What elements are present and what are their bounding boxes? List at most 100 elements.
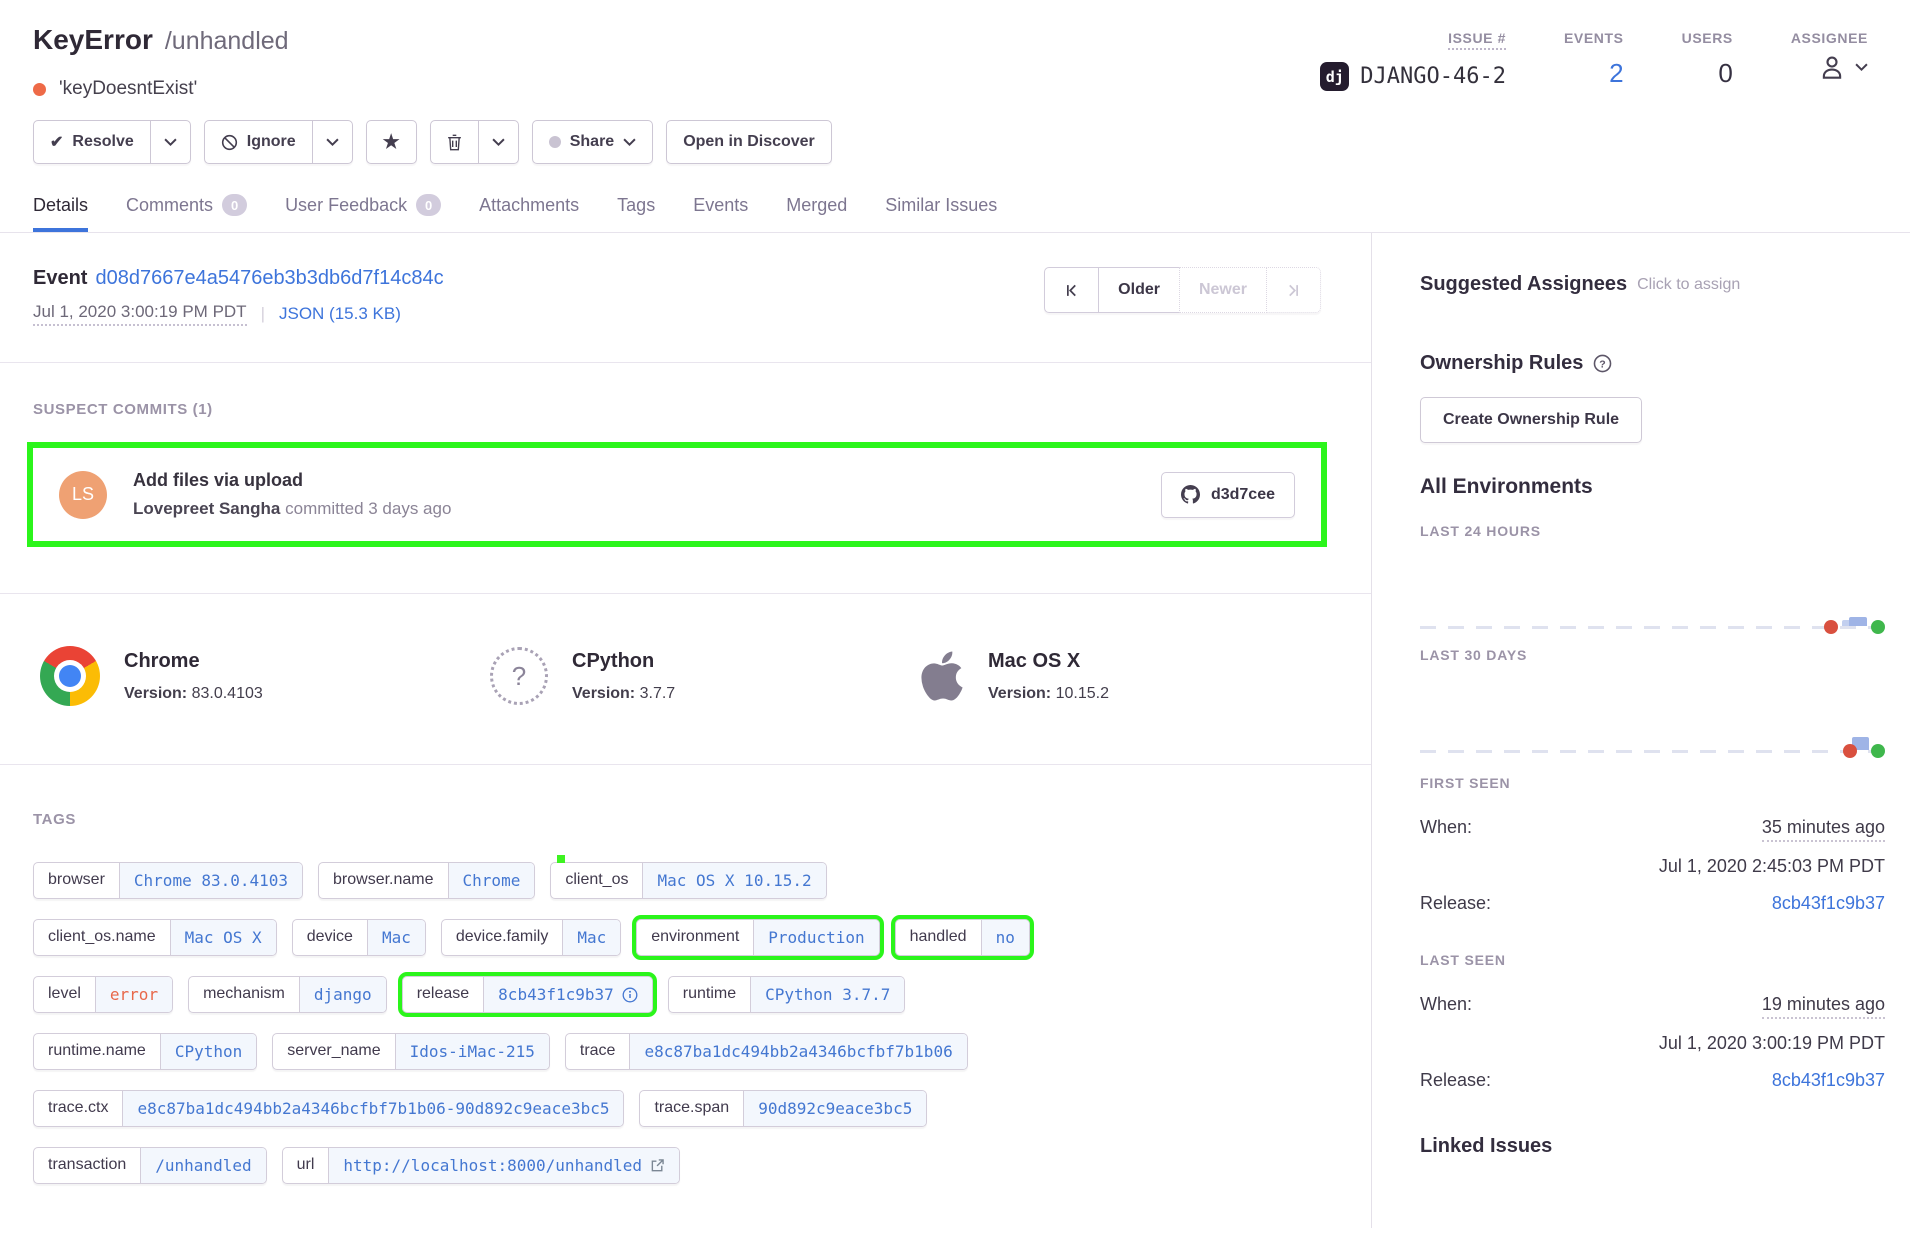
tag-key: url <box>283 1148 329 1183</box>
open-in-discover-button[interactable]: Open in Discover <box>666 120 832 164</box>
users-count[interactable]: 0 <box>1718 58 1732 89</box>
event-bar <box>1849 617 1867 626</box>
tag-value[interactable]: django <box>299 977 386 1012</box>
tag-value[interactable]: Mac <box>562 920 620 955</box>
tag-value[interactable]: Chrome <box>448 863 535 898</box>
last-24-hours-label: LAST 24 HOURS <box>1420 523 1885 539</box>
page-title: KeyError <box>33 24 153 56</box>
tag-pill-trace: trace e8c87ba1dc494bb2a4346bcfbf7b1b06 <box>565 1033 968 1070</box>
avatar: LS <box>59 471 107 519</box>
tag-value[interactable]: 8cb43f1c9b37 <box>483 977 652 1012</box>
share-button[interactable]: Share <box>532 120 653 164</box>
tag-pill-level: level error <box>33 976 173 1013</box>
github-icon <box>1181 485 1200 504</box>
tag-key: device.family <box>442 920 562 955</box>
oldest-event-button[interactable] <box>1044 267 1099 313</box>
tab-merged[interactable]: Merged <box>786 194 847 232</box>
stat-assignee: ASSIGNEE <box>1791 30 1868 82</box>
ban-icon <box>221 134 238 151</box>
skip-to-latest-button <box>1266 267 1321 313</box>
last-seen-marker-icon <box>1871 620 1885 634</box>
commit-sha-button[interactable]: d3d7cee <box>1161 472 1295 518</box>
tag-pill-url: url http://localhost:8000/unhandled <box>282 1147 680 1184</box>
chrome-icon <box>40 646 100 706</box>
question-circle-icon[interactable]: ? <box>1593 354 1612 373</box>
ignore-dropdown-button[interactable] <box>312 120 353 164</box>
tag-value[interactable]: http://localhost:8000/unhandled <box>328 1148 679 1183</box>
last-seen-release-link[interactable]: 8cb43f1c9b37 <box>1772 1070 1885 1091</box>
event-id-link[interactable]: d08d7667e4a5476eb3b3db6d7f14c84c <box>95 267 443 289</box>
events-count[interactable]: 2 <box>1609 58 1623 89</box>
tag-value[interactable]: Mac OS X <box>170 920 276 955</box>
tab-user-feedback[interactable]: User Feedback0 <box>285 194 441 232</box>
tab-similar-issues[interactable]: Similar Issues <box>885 194 997 232</box>
last-24-hours-sparkline[interactable] <box>1420 539 1885 635</box>
tag-value[interactable]: Mac <box>367 920 425 955</box>
check-icon: ✔ <box>50 132 63 152</box>
external-link-icon[interactable] <box>650 1158 665 1173</box>
chevron-down-icon <box>326 138 339 147</box>
tag-value[interactable]: /unhandled <box>140 1148 265 1183</box>
stat-events: EVENTS 2 <box>1564 30 1624 89</box>
context-version: 3.7.7 <box>640 685 676 702</box>
suspect-commit-row: LS Add files via upload Lovepreet Sangha… <box>27 442 1327 547</box>
tab-details[interactable]: Details <box>33 194 88 232</box>
tag-key: release <box>403 977 483 1012</box>
ignore-button[interactable]: Ignore <box>204 120 313 164</box>
release-label: Release: <box>1420 893 1491 914</box>
action-toolbar: ✔ Resolve Ignore ★ <box>0 100 1910 164</box>
tag-value[interactable]: Production <box>753 920 878 955</box>
commit-relative-time: committed 3 days ago <box>285 499 451 518</box>
tag-value[interactable]: no <box>981 920 1029 955</box>
event-header: Eventd08d7667e4a5476eb3b3db6d7f14c84c Ju… <box>33 267 444 326</box>
tag-key: server_name <box>273 1034 394 1069</box>
tag-pill-runtime-name: runtime.name CPython <box>33 1033 257 1070</box>
tag-key: client_os.name <box>34 920 170 955</box>
tag-key: handled <box>896 920 981 955</box>
delete-dropdown-button[interactable] <box>478 120 519 164</box>
tag-value[interactable]: Mac OS X 10.15.2 <box>642 863 825 898</box>
bookmark-button[interactable]: ★ <box>366 120 417 164</box>
issue-id: DJANGO-46-2 <box>1360 64 1506 89</box>
green-marker-icon <box>557 855 565 863</box>
tag-pill-server-name: server_name Idos-iMac-215 <box>272 1033 550 1070</box>
tag-value[interactable]: CPython <box>160 1034 256 1069</box>
issue-number-label: ISSUE # <box>1448 30 1506 50</box>
first-seen-absolute: Jul 1, 2020 2:45:03 PM PDT <box>1420 856 1885 877</box>
issue-tabs: Details Comments0 User Feedback0 Attachm… <box>0 164 1910 233</box>
events-label: EVENTS <box>1564 30 1624 46</box>
tag-pill-environment: environment Production <box>636 919 879 956</box>
resolve-dropdown-button[interactable] <box>150 120 191 164</box>
tag-value[interactable]: e8c87ba1dc494bb2a4346bcfbf7b1b06 <box>629 1034 966 1069</box>
tag-key: level <box>34 977 95 1012</box>
tab-tags[interactable]: Tags <box>617 194 655 232</box>
tag-value[interactable]: Chrome 83.0.4103 <box>119 863 302 898</box>
tab-events[interactable]: Events <box>693 194 748 232</box>
first-seen-release-link[interactable]: 8cb43f1c9b37 <box>1772 893 1885 914</box>
tab-comments[interactable]: Comments0 <box>126 194 247 232</box>
tag-pill-client-os-name: client_os.name Mac OS X <box>33 919 277 956</box>
tag-value[interactable]: 90d892c9eace3bc5 <box>743 1091 926 1126</box>
resolve-button[interactable]: ✔ Resolve <box>33 120 151 164</box>
tag-pill-trace-span: trace.span 90d892c9eace3bc5 <box>639 1090 927 1127</box>
event-contexts: Chrome Version: 83.0.4103 ? CPython Vers… <box>0 594 1371 764</box>
event-json-link[interactable]: JSON (15.3 KB) <box>279 304 401 324</box>
click-to-assign-hint[interactable]: Click to assign <box>1637 276 1740 294</box>
tag-value[interactable]: e8c87ba1dc494bb2a4346bcfbf7b1b06-90d892c… <box>122 1091 623 1126</box>
tag-pill-handled: handled no <box>895 919 1030 956</box>
create-ownership-rule-button[interactable]: Create Ownership Rule <box>1420 397 1642 443</box>
assignee-dropdown[interactable] <box>1817 52 1868 82</box>
info-icon[interactable] <box>622 987 638 1003</box>
issue-header: KeyError /unhandled 'keyDoesntExist' ISS… <box>0 0 1910 100</box>
issue-sidebar: Suggested Assignees Click to assign Owne… <box>1371 233 1910 1228</box>
last-seen-absolute: Jul 1, 2020 3:00:19 PM PDT <box>1420 1033 1885 1054</box>
delete-button[interactable] <box>430 120 479 164</box>
tab-attachments[interactable]: Attachments <box>479 194 579 232</box>
star-icon: ★ <box>383 131 400 154</box>
tag-value[interactable]: Idos-iMac-215 <box>395 1034 549 1069</box>
tag-key: client_os <box>551 863 642 898</box>
last-30-days-sparkline[interactable] <box>1420 663 1885 759</box>
tag-value[interactable]: CPython 3.7.7 <box>750 977 904 1012</box>
older-event-button[interactable]: Older <box>1098 267 1180 313</box>
tag-value[interactable]: error <box>95 977 172 1012</box>
